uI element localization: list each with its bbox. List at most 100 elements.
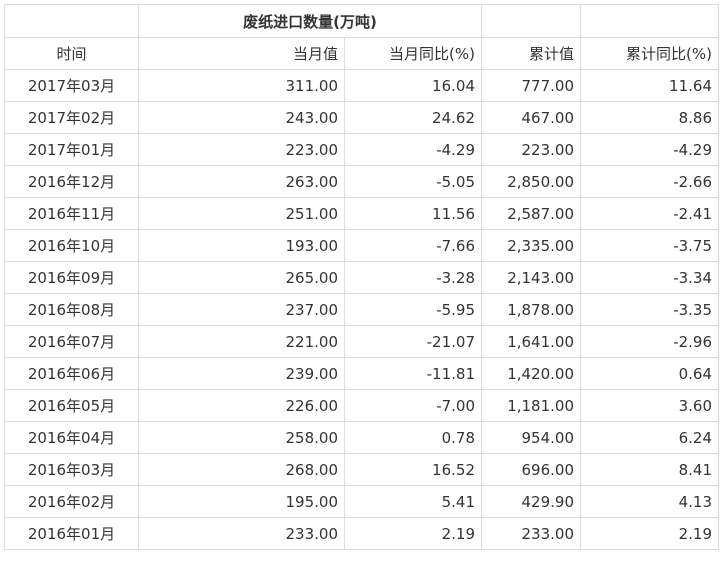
cell-time: 2016年04月 <box>4 421 139 454</box>
cell-time: 2016年06月 <box>4 357 139 390</box>
cell-time: 2016年10月 <box>4 229 139 262</box>
cell-cumulative-value: 2,850.00 <box>481 165 581 198</box>
cell-time: 2016年07月 <box>4 325 139 358</box>
cell-time: 2016年09月 <box>4 261 139 294</box>
cell-monthly-value: 239.00 <box>138 357 345 390</box>
cell-time: 2016年02月 <box>4 485 139 518</box>
header-row: 时间 当月值 当月同比(%) 累计值 累计同比(%) <box>4 37 719 70</box>
cell-time: 2016年12月 <box>4 165 139 198</box>
cell-cumulative-yoy: 2.19 <box>580 517 719 550</box>
cell-cumulative-yoy: 8.41 <box>580 453 719 486</box>
table-row: 2017年03月 311.00 16.04 777.00 11.64 <box>4 69 719 102</box>
cell-cumulative-yoy: -3.34 <box>580 261 719 294</box>
cell-cumulative-yoy: 3.60 <box>580 389 719 422</box>
cell-monthly-value: 195.00 <box>138 485 345 518</box>
cell-cumulative-yoy: -2.41 <box>580 197 719 230</box>
table-row: 2016年11月 251.00 11.56 2,587.00 -2.41 <box>4 197 719 230</box>
cell-monthly-yoy: -4.29 <box>344 133 482 166</box>
cell-monthly-yoy: -5.05 <box>344 165 482 198</box>
cell-cumulative-yoy: -3.35 <box>580 293 719 326</box>
cell-monthly-yoy: 24.62 <box>344 101 482 134</box>
cell-cumulative-value: 223.00 <box>481 133 581 166</box>
cell-monthly-value: 226.00 <box>138 389 345 422</box>
cell-monthly-yoy: -3.28 <box>344 261 482 294</box>
cell-monthly-value: 263.00 <box>138 165 345 198</box>
cell-monthly-yoy: 2.19 <box>344 517 482 550</box>
table-title: 废纸进口数量(万吨) <box>138 4 482 38</box>
cell-time: 2016年01月 <box>4 517 139 550</box>
column-header-cumulative-value: 累计值 <box>481 37 581 70</box>
cell-monthly-yoy: -7.00 <box>344 389 482 422</box>
cell-cumulative-value: 777.00 <box>481 69 581 102</box>
table-row: 2016年08月 237.00 -5.95 1,878.00 -3.35 <box>4 293 719 326</box>
table-row: 2016年04月 258.00 0.78 954.00 6.24 <box>4 421 719 454</box>
cell-cumulative-value: 696.00 <box>481 453 581 486</box>
cell-cumulative-yoy: -2.96 <box>580 325 719 358</box>
cell-monthly-value: 243.00 <box>138 101 345 134</box>
cell-cumulative-yoy: 4.13 <box>580 485 719 518</box>
cell-cumulative-value: 2,143.00 <box>481 261 581 294</box>
cell-cumulative-value: 2,587.00 <box>481 197 581 230</box>
cell-monthly-value: 258.00 <box>138 421 345 454</box>
table-row: 2016年10月 193.00 -7.66 2,335.00 -3.75 <box>4 229 719 262</box>
cell-monthly-yoy: 5.41 <box>344 485 482 518</box>
title-blank-cell <box>580 4 719 38</box>
cell-monthly-yoy: -7.66 <box>344 229 482 262</box>
cell-cumulative-yoy: -3.75 <box>580 229 719 262</box>
cell-cumulative-value: 1,181.00 <box>481 389 581 422</box>
cell-time: 2017年03月 <box>4 69 139 102</box>
cell-time: 2017年01月 <box>4 133 139 166</box>
column-header-cumulative-yoy: 累计同比(%) <box>580 37 719 70</box>
table-row: 2017年01月 223.00 -4.29 223.00 -4.29 <box>4 133 719 166</box>
cell-cumulative-value: 954.00 <box>481 421 581 454</box>
table-row: 2016年01月 233.00 2.19 233.00 2.19 <box>4 517 719 550</box>
cell-monthly-value: 265.00 <box>138 261 345 294</box>
cell-cumulative-yoy: -4.29 <box>580 133 719 166</box>
cell-cumulative-value: 429.90 <box>481 485 581 518</box>
cell-time: 2016年11月 <box>4 197 139 230</box>
cell-cumulative-value: 2,335.00 <box>481 229 581 262</box>
cell-monthly-value: 237.00 <box>138 293 345 326</box>
table-row: 2016年06月 239.00 -11.81 1,420.00 0.64 <box>4 357 719 390</box>
cell-monthly-yoy: 11.56 <box>344 197 482 230</box>
cell-cumulative-yoy: 8.86 <box>580 101 719 134</box>
cell-monthly-yoy: -21.07 <box>344 325 482 358</box>
cell-monthly-value: 311.00 <box>138 69 345 102</box>
cell-cumulative-value: 467.00 <box>481 101 581 134</box>
title-blank-cell <box>481 4 581 38</box>
table-row: 2017年02月 243.00 24.62 467.00 8.86 <box>4 101 719 134</box>
column-header-time: 时间 <box>4 37 139 70</box>
cell-time: 2016年05月 <box>4 389 139 422</box>
cell-cumulative-value: 233.00 <box>481 517 581 550</box>
cell-cumulative-yoy: -2.66 <box>580 165 719 198</box>
table-row: 2016年12月 263.00 -5.05 2,850.00 -2.66 <box>4 165 719 198</box>
column-header-monthly-value: 当月值 <box>138 37 345 70</box>
table-row: 2016年09月 265.00 -3.28 2,143.00 -3.34 <box>4 261 719 294</box>
cell-cumulative-value: 1,641.00 <box>481 325 581 358</box>
cell-monthly-yoy: -11.81 <box>344 357 482 390</box>
cell-cumulative-value: 1,878.00 <box>481 293 581 326</box>
cell-monthly-value: 223.00 <box>138 133 345 166</box>
table-row: 2016年05月 226.00 -7.00 1,181.00 3.60 <box>4 389 719 422</box>
cell-monthly-value: 193.00 <box>138 229 345 262</box>
cell-monthly-yoy: -5.95 <box>344 293 482 326</box>
cell-monthly-value: 268.00 <box>138 453 345 486</box>
column-header-monthly-yoy: 当月同比(%) <box>344 37 482 70</box>
cell-cumulative-value: 1,420.00 <box>481 357 581 390</box>
cell-cumulative-yoy: 6.24 <box>580 421 719 454</box>
cell-time: 2016年03月 <box>4 453 139 486</box>
data-table: 废纸进口数量(万吨) 时间 当月值 当月同比(%) 累计值 累计同比(%) 20… <box>4 4 719 550</box>
cell-monthly-value: 251.00 <box>138 197 345 230</box>
table-row: 2016年07月 221.00 -21.07 1,641.00 -2.96 <box>4 325 719 358</box>
cell-monthly-yoy: 16.52 <box>344 453 482 486</box>
cell-monthly-yoy: 16.04 <box>344 69 482 102</box>
table-row: 2016年02月 195.00 5.41 429.90 4.13 <box>4 485 719 518</box>
cell-time: 2016年08月 <box>4 293 139 326</box>
table-row: 2016年03月 268.00 16.52 696.00 8.41 <box>4 453 719 486</box>
title-blank-cell <box>4 4 139 38</box>
cell-cumulative-yoy: 0.64 <box>580 357 719 390</box>
cell-monthly-value: 221.00 <box>138 325 345 358</box>
cell-time: 2017年02月 <box>4 101 139 134</box>
title-row: 废纸进口数量(万吨) <box>4 4 719 38</box>
cell-monthly-yoy: 0.78 <box>344 421 482 454</box>
